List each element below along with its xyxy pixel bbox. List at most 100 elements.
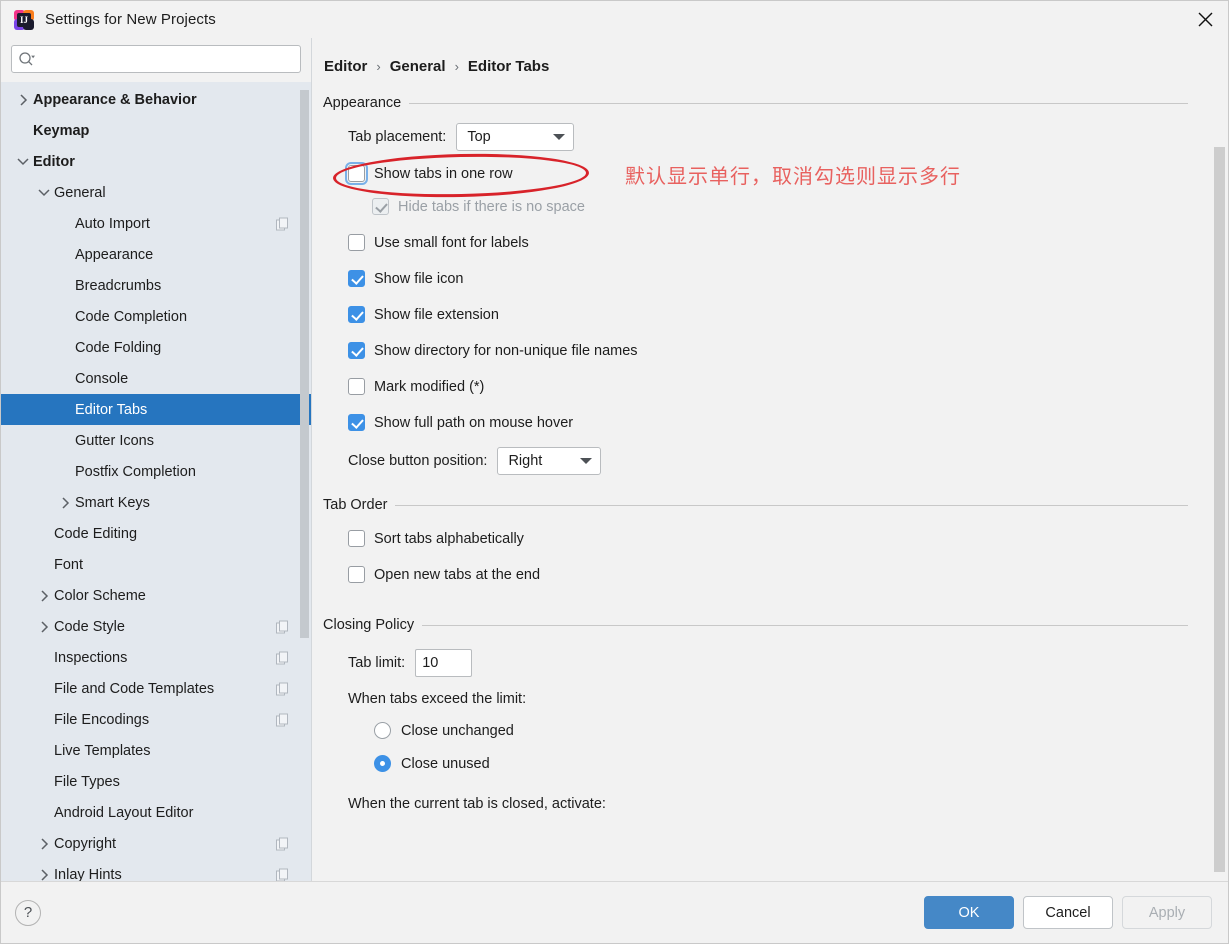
sidebar-item-live-templates[interactable]: Live Templates — [1, 735, 311, 766]
chevron-right-icon[interactable] — [34, 868, 54, 881]
sidebar-item-android-layout-editor[interactable]: Android Layout Editor — [1, 797, 311, 828]
breadcrumb-item-general[interactable]: General — [390, 58, 446, 75]
sidebar-item-editor-tabs[interactable]: Editor Tabs — [1, 394, 311, 425]
search-input[interactable] — [36, 47, 294, 71]
open-new-tabs-at-end-row[interactable]: Open new tabs at the end — [348, 560, 1188, 589]
use-small-font-checkbox[interactable] — [348, 234, 365, 251]
chevron-right-icon[interactable] — [34, 837, 54, 850]
sidebar-item-code-folding[interactable]: Code Folding — [1, 332, 311, 363]
show-file-extension-checkbox[interactable] — [348, 306, 365, 323]
closing-policy-group-title: Closing Policy — [323, 617, 415, 633]
tab-placement-row: Tab placement: Top — [348, 122, 1188, 151]
close-button-position-select[interactable]: Right — [497, 446, 602, 475]
show-directory-row[interactable]: Show directory for non-unique file names — [348, 336, 1188, 365]
settings-tree[interactable]: Appearance & Behavior Keymap Editor General… — [1, 82, 311, 881]
breadcrumb-item-editor-tabs: Editor Tabs — [467, 58, 550, 75]
sidebar-scrollbar[interactable] — [300, 82, 309, 881]
help-icon[interactable]: ? — [15, 899, 41, 926]
sort-tabs-alphabetically-row[interactable]: Sort tabs alphabetically — [348, 524, 1188, 553]
tab-limit-input[interactable] — [415, 648, 473, 677]
group-divider — [395, 504, 1188, 506]
show-file-icon-checkbox[interactable] — [348, 270, 365, 287]
tab-placement-select[interactable]: Top — [456, 122, 575, 151]
search-box[interactable] — [11, 45, 301, 73]
sidebar-item-gutter-icons[interactable]: Gutter Icons — [1, 425, 311, 456]
window-title: Settings for New Projects — [45, 11, 216, 28]
sidebar-item-file-and-code-templates[interactable]: File and Code Templates — [1, 673, 311, 704]
mark-modified-checkbox[interactable] — [348, 378, 365, 395]
title-bar: IJ Settings for New Projects — [1, 1, 1228, 38]
sidebar-item-auto-import[interactable]: Auto Import — [1, 208, 311, 239]
sidebar-item-label: Editor Tabs — [75, 401, 148, 418]
detail-scrollbar-thumb[interactable] — [1214, 147, 1225, 872]
show-directory-checkbox[interactable] — [348, 342, 365, 359]
breadcrumb-item-editor[interactable]: Editor — [324, 58, 367, 75]
show-file-icon-row[interactable]: Show file icon — [348, 264, 1188, 293]
show-full-path-row[interactable]: Show full path on mouse hover — [348, 408, 1188, 437]
sidebar-scrollbar-thumb[interactable] — [300, 90, 309, 638]
sidebar-item-file-types[interactable]: File Types — [1, 766, 311, 797]
sidebar-item-editor[interactable]: Editor — [1, 146, 311, 177]
open-new-tabs-at-end-checkbox[interactable] — [348, 566, 365, 583]
close-unchanged-row[interactable]: Close unchanged — [348, 716, 1188, 745]
chevron-down-icon[interactable] — [34, 188, 54, 197]
sidebar-item-smart-keys[interactable]: Smart Keys — [1, 487, 311, 518]
sidebar-item-inspections[interactable]: Inspections — [1, 642, 311, 673]
chevron-right-icon[interactable] — [34, 589, 54, 602]
close-unused-radio[interactable] — [374, 755, 391, 772]
chevron-right-icon[interactable] — [13, 93, 33, 106]
breadcrumb: Editor › General › Editor Tabs — [312, 38, 1228, 75]
sidebar-item-label: File and Code Templates — [54, 680, 215, 697]
sidebar-item-code-style[interactable]: Code Style — [1, 611, 311, 642]
close-icon[interactable] — [1182, 1, 1228, 38]
chevron-down-icon[interactable] — [13, 157, 33, 166]
use-small-font-row[interactable]: Use small font for labels — [348, 228, 1188, 257]
hide-tabs-no-space-row: Hide tabs if there is no space — [348, 192, 1188, 221]
sidebar-item-code-editing[interactable]: Code Editing — [1, 518, 311, 549]
settings-body: Appearance & Behavior Keymap Editor General… — [1, 38, 1228, 881]
chevron-right-icon[interactable] — [34, 620, 54, 633]
sidebar-item-label: Color Scheme — [54, 587, 146, 604]
copy-settings-icon — [276, 868, 289, 881]
chevron-right-icon[interactable] — [55, 496, 75, 509]
intellij-idea-icon: IJ — [14, 9, 34, 30]
close-button-position-row: Close button position: Right — [348, 446, 1188, 475]
show-tabs-one-row-row[interactable]: Show tabs in one row — [345, 159, 1188, 188]
show-full-path-checkbox[interactable] — [348, 414, 365, 431]
sidebar-item-color-scheme[interactable]: Color Scheme — [1, 580, 311, 611]
copy-settings-icon — [276, 837, 289, 850]
sidebar-item-general[interactable]: General — [1, 177, 311, 208]
close-unchanged-radio[interactable] — [374, 722, 391, 739]
copy-settings-icon — [276, 217, 289, 230]
close-unused-row[interactable]: Close unused — [348, 749, 1188, 778]
sidebar-item-label: Live Templates — [54, 742, 151, 759]
sidebar-item-file-encodings[interactable]: File Encodings — [1, 704, 311, 735]
sidebar-item-label: Postfix Completion — [75, 463, 196, 480]
sidebar-item-postfix-completion[interactable]: Postfix Completion — [1, 456, 311, 487]
close-unchanged-label: Close unchanged — [401, 722, 514, 739]
sidebar-item-inlay-hints[interactable]: Inlay Hints — [1, 859, 311, 881]
copy-settings-icon — [276, 620, 289, 633]
sidebar-item-copyright[interactable]: Copyright — [1, 828, 311, 859]
sidebar-item-label: Smart Keys — [75, 494, 150, 511]
detail-scrollbar[interactable] — [1214, 72, 1225, 879]
cancel-button[interactable]: Cancel — [1023, 896, 1113, 929]
show-tabs-one-row-checkbox[interactable] — [345, 162, 368, 185]
sidebar-item-label: Inlay Hints — [54, 866, 122, 882]
sidebar-item-label: Android Layout Editor — [54, 804, 194, 821]
ok-button[interactable]: OK — [924, 896, 1014, 929]
sidebar-item-label: Editor — [33, 153, 75, 170]
apply-button: Apply — [1122, 896, 1212, 929]
sidebar-item-console[interactable]: Console — [1, 363, 311, 394]
mark-modified-label: Mark modified (*) — [374, 378, 485, 395]
sidebar-item-font[interactable]: Font — [1, 549, 311, 580]
sidebar-item-appearance-behavior[interactable]: Appearance & Behavior — [1, 84, 311, 115]
mark-modified-row[interactable]: Mark modified (*) — [348, 372, 1188, 401]
sidebar-item-keymap[interactable]: Keymap — [1, 115, 311, 146]
sidebar-item-appearance[interactable]: Appearance — [1, 239, 311, 270]
sidebar-item-breadcrumbs[interactable]: Breadcrumbs — [1, 270, 311, 301]
show-file-extension-row[interactable]: Show file extension — [348, 300, 1188, 329]
sort-tabs-alphabetically-checkbox[interactable] — [348, 530, 365, 547]
sidebar-item-label: Code Completion — [75, 308, 188, 325]
sidebar-item-code-completion[interactable]: Code Completion — [1, 301, 311, 332]
